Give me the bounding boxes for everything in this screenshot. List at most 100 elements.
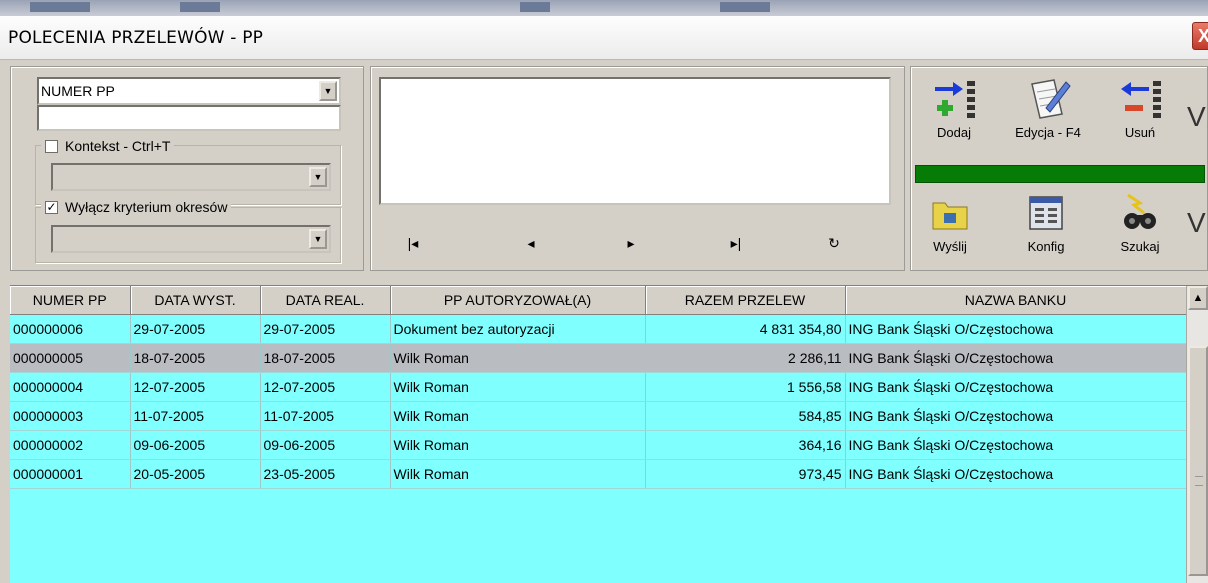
table-row-selected[interactable]: 000000005 18-07-2005 18-07-2005 Wilk Rom… <box>10 343 1187 373</box>
context-checkbox-label: Kontekst - Ctrl+T <box>65 138 171 154</box>
close-button[interactable]: X <box>1192 22 1208 50</box>
first-record-icon[interactable]: |◂ <box>393 230 433 256</box>
cell-data-real[interactable]: 29-07-2005 <box>260 314 391 344</box>
search-input[interactable] <box>37 105 341 131</box>
cell-data-real[interactable]: 09-06-2005 <box>260 430 391 460</box>
period-checkbox[interactable]: ✓ Wyłącz kryterium okresów <box>41 198 232 216</box>
folder-icon <box>913 187 987 239</box>
search-button[interactable]: Szukaj <box>1103 187 1177 254</box>
window-titlebar: POLECENIA PRZELEWÓW - PP X <box>0 16 1208 60</box>
navigator-bar: |◂ ◂ ▸ ▸| ↻ <box>371 222 896 260</box>
cell-autoryzowal[interactable]: Wilk Roman <box>390 459 646 489</box>
cell-numer[interactable]: 000000003 <box>10 401 131 431</box>
add-button[interactable]: Dodaj <box>917 73 991 140</box>
cell-data-wyst[interactable]: 09-06-2005 <box>130 430 261 460</box>
period-select: ▼ <box>51 225 331 253</box>
cell-data-real[interactable]: 12-07-2005 <box>260 372 391 402</box>
column-header-data-wyst[interactable]: DATA WYST. <box>130 286 261 315</box>
send-button-label: Wyślij <box>933 239 967 254</box>
period-checkbox-box[interactable]: ✓ <box>45 200 58 214</box>
column-header-autoryzowal[interactable]: PP AUTORYZOWAŁ(A) <box>390 286 646 315</box>
column-header-data-real[interactable]: DATA REAL. <box>260 286 391 315</box>
cell-data-wyst[interactable]: 20-05-2005 <box>130 459 261 489</box>
column-header-bank[interactable]: NAZWA BANKU <box>845 286 1187 315</box>
cell-bank[interactable]: ING Bank Śląski O/Częstochowa <box>845 430 1187 460</box>
config-button[interactable]: Konfig <box>1009 187 1083 254</box>
filter-panel: NUMER PP ▼ Kontekst - Ctrl+T ▼ ✓ Wyłącz … <box>10 66 364 271</box>
table-row[interactable]: 000000004 12-07-2005 12-07-2005 Wilk Rom… <box>10 372 1187 402</box>
cell-numer[interactable]: 000000005 <box>10 343 131 373</box>
truncated-toolbar-label: V <box>1187 207 1206 238</box>
truncated-toolbar-label: V <box>1187 101 1206 132</box>
delete-button-label: Usuń <box>1124 125 1156 140</box>
delete-button[interactable]: Usuń <box>1103 73 1177 140</box>
cell-razem[interactable]: 973,45 <box>645 459 846 489</box>
scroll-thumb[interactable] <box>1188 346 1208 576</box>
cell-data-wyst[interactable]: 29-07-2005 <box>130 314 261 344</box>
chevron-down-icon[interactable]: ▼ <box>319 81 337 101</box>
config-button-label: Konfig <box>1027 239 1065 254</box>
cell-numer[interactable]: 000000006 <box>10 314 131 344</box>
cell-numer[interactable]: 000000001 <box>10 459 131 489</box>
background-window-strip <box>0 0 1208 16</box>
cell-bank[interactable]: ING Bank Śląski O/Częstochowa <box>845 372 1187 402</box>
refresh-icon[interactable]: ↻ <box>814 230 854 256</box>
edit-document-icon <box>1011 73 1085 125</box>
cell-data-wyst[interactable]: 18-07-2005 <box>130 343 261 373</box>
prev-record-icon[interactable]: ◂ <box>511 230 551 256</box>
edit-button-label: Edycja - F4 <box>1015 125 1081 140</box>
table-header-row: NUMER PP DATA WYST. DATA REAL. PP AUTORY… <box>10 286 1187 315</box>
cell-bank[interactable]: ING Bank Śląski O/Częstochowa <box>845 343 1187 373</box>
context-checkbox-box[interactable] <box>45 139 58 153</box>
memo-textarea[interactable] <box>379 77 891 205</box>
cell-razem[interactable]: 364,16 <box>645 430 846 460</box>
vertical-scrollbar[interactable]: ▲ <box>1186 286 1208 583</box>
period-checkbox-label: Wyłącz kryterium okresów <box>65 199 228 215</box>
next-record-icon[interactable]: ▸ <box>611 230 651 256</box>
cell-bank[interactable]: ING Bank Śląski O/Częstochowa <box>845 314 1187 344</box>
add-row-icon <box>917 73 991 125</box>
table-row[interactable]: 000000006 29-07-2005 29-07-2005 Dokument… <box>10 314 1187 344</box>
context-checkbox[interactable]: Kontekst - Ctrl+T <box>41 137 175 155</box>
grip-icon <box>1195 476 1203 486</box>
table-row[interactable]: 000000001 20-05-2005 23-05-2005 Wilk Rom… <box>10 459 1187 489</box>
field-select-value: NUMER PP <box>41 83 115 99</box>
cell-razem[interactable]: 584,85 <box>645 401 846 431</box>
config-window-icon <box>1009 187 1083 239</box>
column-header-razem[interactable]: RAZEM PRZELEW <box>645 286 846 315</box>
cell-autoryzowal[interactable]: Wilk Roman <box>390 430 646 460</box>
cell-data-wyst[interactable]: 12-07-2005 <box>130 372 261 402</box>
chevron-down-icon: ▼ <box>309 167 327 187</box>
edit-button[interactable]: Edycja - F4 <box>1011 73 1085 140</box>
field-select[interactable]: NUMER PP ▼ <box>37 77 341 105</box>
cell-autoryzowal[interactable]: Wilk Roman <box>390 343 646 373</box>
progress-bar <box>915 165 1205 183</box>
remove-row-icon <box>1103 73 1177 125</box>
context-select: ▼ <box>51 163 331 191</box>
cell-data-wyst[interactable]: 11-07-2005 <box>130 401 261 431</box>
cell-razem[interactable]: 1 556,58 <box>645 372 846 402</box>
last-record-icon[interactable]: ▸| <box>716 230 756 256</box>
cell-bank[interactable]: ING Bank Śląski O/Częstochowa <box>845 401 1187 431</box>
add-button-label: Dodaj <box>937 125 971 140</box>
cell-data-real[interactable]: 23-05-2005 <box>260 459 391 489</box>
window-title: POLECENIA PRZELEWÓW - PP <box>8 28 264 48</box>
cell-data-real[interactable]: 18-07-2005 <box>260 343 391 373</box>
cell-bank[interactable]: ING Bank Śląski O/Częstochowa <box>845 459 1187 489</box>
cell-data-real[interactable]: 11-07-2005 <box>260 401 391 431</box>
transfers-table: NUMER PP DATA WYST. DATA REAL. PP AUTORY… <box>10 286 1187 489</box>
table-row[interactable]: 000000003 11-07-2005 11-07-2005 Wilk Rom… <box>10 401 1187 431</box>
memo-panel: |◂ ◂ ▸ ▸| ↻ <box>370 66 905 271</box>
send-button[interactable]: Wyślij <box>913 187 987 254</box>
cell-razem[interactable]: 4 831 354,80 <box>645 314 846 344</box>
column-header-numer[interactable]: NUMER PP <box>10 286 131 315</box>
cell-razem[interactable]: 2 286,11 <box>645 343 846 373</box>
scroll-up-icon[interactable]: ▲ <box>1188 286 1208 310</box>
cell-numer[interactable]: 000000002 <box>10 430 131 460</box>
cell-numer[interactable]: 000000004 <box>10 372 131 402</box>
search-button-label: Szukaj <box>1120 239 1160 254</box>
table-row[interactable]: 000000002 09-06-2005 09-06-2005 Wilk Rom… <box>10 430 1187 460</box>
cell-autoryzowal[interactable]: Wilk Roman <box>390 372 646 402</box>
cell-autoryzowal[interactable]: Wilk Roman <box>390 401 646 431</box>
cell-autoryzowal[interactable]: Dokument bez autoryzacji <box>390 314 646 344</box>
